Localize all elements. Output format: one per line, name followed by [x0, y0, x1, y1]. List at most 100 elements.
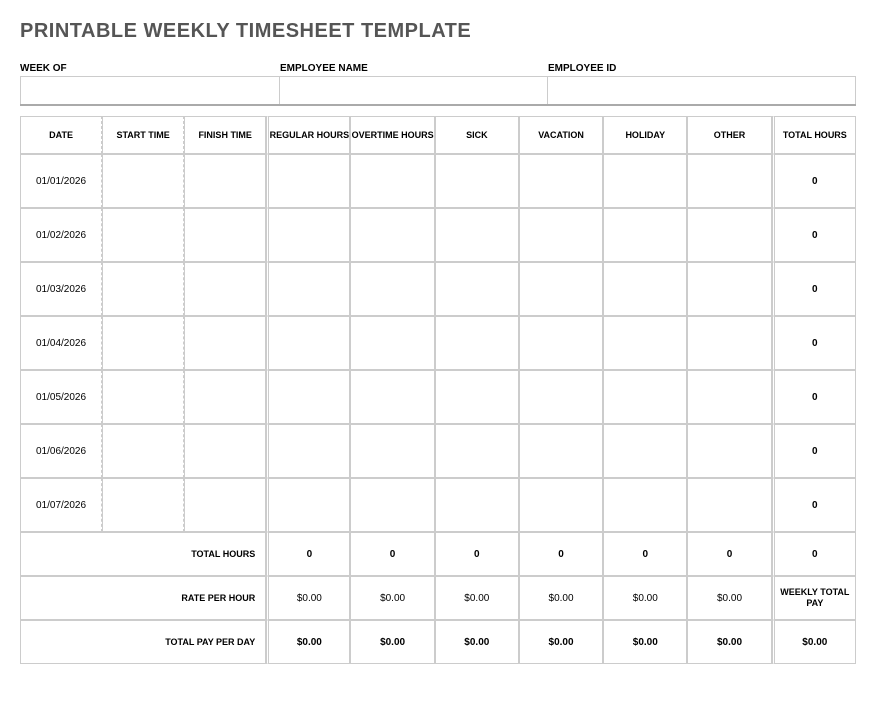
start-time-cell[interactable] — [102, 262, 184, 316]
vacation-cell[interactable] — [519, 154, 603, 208]
holiday-cell[interactable] — [603, 208, 687, 262]
regular-cell[interactable] — [266, 424, 350, 478]
other-cell[interactable] — [687, 370, 771, 424]
date-cell: 01/05/2026 — [20, 370, 102, 424]
row-total-cell: 0 — [772, 262, 856, 316]
finish-time-cell[interactable] — [184, 154, 266, 208]
other-cell[interactable] — [687, 154, 771, 208]
holiday-cell[interactable] — [603, 154, 687, 208]
page-title: PRINTABLE WEEKLY TIMESHEET TEMPLATE — [20, 20, 857, 43]
pay-holiday: $0.00 — [603, 620, 687, 664]
start-time-cell[interactable] — [102, 316, 184, 370]
regular-cell[interactable] — [266, 478, 350, 532]
sick-cell[interactable] — [435, 424, 519, 478]
regular-cell[interactable] — [266, 154, 350, 208]
holiday-cell[interactable] — [603, 370, 687, 424]
other-cell[interactable] — [687, 424, 771, 478]
finish-time-cell[interactable] — [184, 424, 266, 478]
row-total-cell: 0 — [772, 154, 856, 208]
col-other: OTHER — [687, 116, 771, 154]
start-time-cell[interactable] — [102, 424, 184, 478]
other-cell[interactable] — [687, 316, 771, 370]
holiday-cell[interactable] — [603, 478, 687, 532]
start-time-cell[interactable] — [102, 478, 184, 532]
sick-cell[interactable] — [435, 370, 519, 424]
total-holiday: 0 — [603, 532, 687, 576]
sick-cell[interactable] — [435, 208, 519, 262]
row-total-cell: 0 — [772, 316, 856, 370]
overtime-cell[interactable] — [350, 262, 434, 316]
vacation-cell[interactable] — [519, 316, 603, 370]
regular-cell[interactable] — [266, 262, 350, 316]
date-cell: 01/07/2026 — [20, 478, 102, 532]
employee-name-cell: EMPLOYEE NAME — [280, 61, 548, 104]
week-of-cell: WEEK OF — [20, 61, 280, 104]
finish-time-cell[interactable] — [184, 370, 266, 424]
sick-cell[interactable] — [435, 478, 519, 532]
vacation-cell[interactable] — [519, 424, 603, 478]
rate-other[interactable]: $0.00 — [687, 576, 771, 620]
table-row: 01/01/2026 0 — [20, 154, 856, 208]
finish-time-cell[interactable] — [184, 262, 266, 316]
table-row: 01/03/20260 — [20, 262, 856, 316]
rate-sick[interactable]: $0.00 — [435, 576, 519, 620]
sick-cell[interactable] — [435, 262, 519, 316]
pay-vacation: $0.00 — [519, 620, 603, 664]
start-time-cell[interactable] — [102, 154, 184, 208]
employee-name-input[interactable] — [280, 76, 548, 104]
total-overtime: 0 — [350, 532, 434, 576]
total-hours-row: TOTAL HOURS 0 0 0 0 0 0 0 — [20, 532, 856, 576]
overtime-cell[interactable] — [350, 424, 434, 478]
overtime-cell[interactable] — [350, 316, 434, 370]
total-other: 0 — [687, 532, 771, 576]
other-cell[interactable] — [687, 262, 771, 316]
week-of-input[interactable] — [20, 76, 280, 104]
sick-cell[interactable] — [435, 154, 519, 208]
timesheet-table: DATE START TIME FINISH TIME REGULAR HOUR… — [20, 116, 856, 664]
total-regular: 0 — [266, 532, 350, 576]
date-cell: 01/01/2026 — [20, 154, 102, 208]
employee-id-cell: EMPLOYEE ID — [548, 61, 856, 104]
rate-holiday[interactable]: $0.00 — [603, 576, 687, 620]
regular-cell[interactable] — [266, 316, 350, 370]
finish-time-cell[interactable] — [184, 208, 266, 262]
rate-vacation[interactable]: $0.00 — [519, 576, 603, 620]
employee-name-label: EMPLOYEE NAME — [280, 61, 548, 76]
overtime-cell[interactable] — [350, 154, 434, 208]
col-total: TOTAL HOURS — [772, 116, 856, 154]
sick-cell[interactable] — [435, 316, 519, 370]
holiday-cell[interactable] — [603, 424, 687, 478]
start-time-cell[interactable] — [102, 208, 184, 262]
overtime-cell[interactable] — [350, 370, 434, 424]
overtime-cell[interactable] — [350, 478, 434, 532]
date-cell: 01/04/2026 — [20, 316, 102, 370]
row-total-cell: 0 — [772, 424, 856, 478]
row-total-cell: 0 — [772, 208, 856, 262]
employee-id-label: EMPLOYEE ID — [548, 61, 856, 76]
rate-regular[interactable]: $0.00 — [266, 576, 350, 620]
other-cell[interactable] — [687, 208, 771, 262]
regular-cell[interactable] — [266, 208, 350, 262]
finish-time-cell[interactable] — [184, 478, 266, 532]
header-row: DATE START TIME FINISH TIME REGULAR HOUR… — [20, 116, 856, 154]
holiday-cell[interactable] — [603, 262, 687, 316]
pay-grand: $0.00 — [772, 620, 856, 664]
vacation-cell[interactable] — [519, 208, 603, 262]
rate-row: RATE PER HOUR $0.00 $0.00 $0.00 $0.00 $0… — [20, 576, 856, 620]
total-hours-label: TOTAL HOURS — [20, 532, 266, 576]
finish-time-cell[interactable] — [184, 316, 266, 370]
vacation-cell[interactable] — [519, 262, 603, 316]
employee-id-input[interactable] — [548, 76, 856, 104]
regular-cell[interactable] — [266, 370, 350, 424]
overtime-cell[interactable] — [350, 208, 434, 262]
holiday-cell[interactable] — [603, 316, 687, 370]
other-cell[interactable] — [687, 478, 771, 532]
rate-overtime[interactable]: $0.00 — [350, 576, 434, 620]
date-cell: 01/02/2026 — [20, 208, 102, 262]
start-time-cell[interactable] — [102, 370, 184, 424]
vacation-cell[interactable] — [519, 370, 603, 424]
vacation-cell[interactable] — [519, 478, 603, 532]
info-row: WEEK OF EMPLOYEE NAME EMPLOYEE ID — [20, 61, 856, 106]
pay-regular: $0.00 — [266, 620, 350, 664]
col-holiday: HOLIDAY — [603, 116, 687, 154]
